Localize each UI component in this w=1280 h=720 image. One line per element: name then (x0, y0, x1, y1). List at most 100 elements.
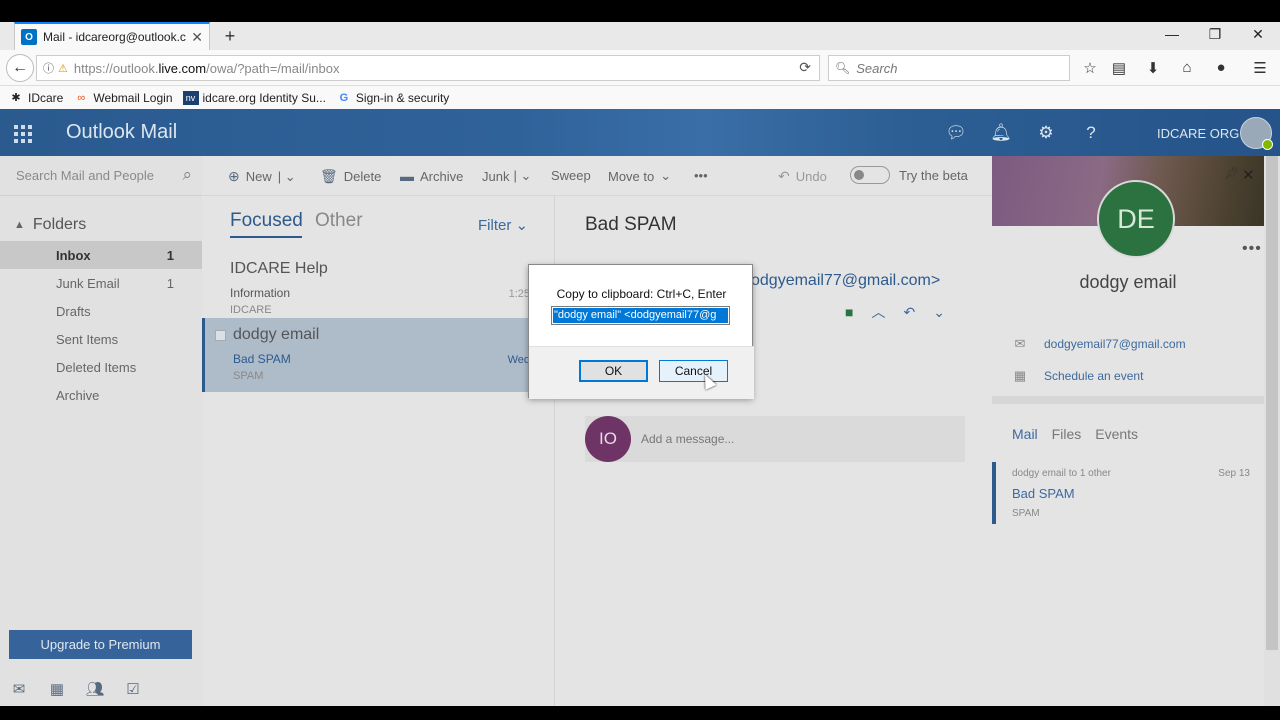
left-pane: Search Mail and People ⌕ ▲ Folders Inbox… (0, 156, 202, 706)
chat-icon[interactable]: 💬︎ (944, 123, 968, 143)
contact-mail-item[interactable]: dodgy email to 1 other Sep 13 Bad SPAM S… (992, 462, 1264, 524)
user-avatar[interactable] (1240, 117, 1273, 150)
more-actions-icon[interactable]: ••• (694, 168, 708, 183)
schedule-event-link[interactable]: ▦ Schedule an event (1012, 368, 1144, 384)
archive-button[interactable]: ▬ Archive (400, 168, 463, 184)
bookmark-star-icon[interactable]: ☆ (1079, 59, 1101, 77)
tab-other[interactable]: Other (315, 210, 363, 232)
extension-icon[interactable]: ● (1210, 59, 1232, 76)
scrollbar-thumb[interactable] (1266, 156, 1278, 650)
bookmark-signin[interactable]: G Sign-in & security (336, 91, 450, 105)
sweep-button[interactable]: Sweep (551, 168, 591, 183)
scrollbar[interactable] (1264, 156, 1280, 706)
chevron-up-icon: ▲ (14, 219, 25, 231)
pin-icon[interactable]: 📌︎ (1224, 166, 1239, 180)
folder-drafts[interactable]: Drafts (0, 297, 202, 325)
reload-icon[interactable]: ⟳ (799, 59, 811, 76)
folder-label: Sent Items (56, 331, 119, 347)
ok-button[interactable]: OK (579, 360, 648, 382)
browser-tab[interactable]: O Mail - idcareorg@outlook.c ✕ (14, 22, 210, 50)
folder-label: Junk Email (56, 275, 120, 291)
delete-button[interactable]: 🗑︎ Delete (320, 168, 381, 185)
url-text: https://outlook.live.com/owa/?path=/mail… (74, 61, 819, 76)
list-item-selected[interactable]: dodgy email Bad SPAM SPAM Wed (202, 318, 554, 392)
calendar-icon[interactable]: ▦ (38, 680, 76, 698)
bookmark-idcare[interactable]: ✱ IDcare (8, 91, 63, 105)
folder-sent[interactable]: Sent Items (0, 325, 202, 353)
people-icon[interactable]: 👥︎ (76, 680, 114, 698)
close-window-icon[interactable]: ✕ (1248, 26, 1268, 43)
app-launcher-icon[interactable] (14, 125, 32, 143)
folder-inbox[interactable]: Inbox 1 (0, 241, 202, 269)
upgrade-premium-button[interactable]: Upgrade to Premium (9, 630, 192, 659)
move-to-button[interactable]: Move to ⌄ (608, 168, 671, 184)
copy-dialog: Copy to clipboard: Ctrl+C, Enter "dodgy … (528, 264, 754, 399)
download-icon[interactable]: ⬇ (1142, 59, 1164, 77)
search-mail-placeholder: Search Mail and People (16, 168, 155, 183)
list-item[interactable]: IDCARE Help Information IDCARE 1:25 (202, 252, 554, 326)
folder-count: 1 (166, 275, 174, 291)
chevron-down-icon[interactable]: | ⌄ (513, 168, 531, 184)
schedule-label: Schedule an event (1044, 369, 1144, 383)
select-checkbox[interactable] (215, 330, 226, 341)
reply-icon[interactable]: ↶ (903, 304, 915, 321)
user-name[interactable]: IDCARE ORG (1157, 126, 1239, 141)
mail-app: Search Mail and People ⌕ ▲ Folders Inbox… (0, 156, 1280, 706)
folder-junk[interactable]: Junk Email 1 (0, 269, 202, 297)
dialog-text-field[interactable]: "dodgy email" <dodgyemail77@g (551, 306, 730, 325)
junk-button[interactable]: Junk | ⌄ (482, 168, 531, 184)
help-icon[interactable]: ? (1079, 123, 1103, 143)
item-date: Sep 13 (1218, 468, 1250, 479)
restore-icon[interactable]: ❐ (1205, 26, 1225, 43)
new-button[interactable]: ⊕ New | ⌄ (228, 168, 296, 185)
tab-events[interactable]: Events (1095, 426, 1138, 442)
browser-search-input[interactable]: 🔍︎ Search (828, 55, 1070, 81)
app-title: Outlook Mail (66, 121, 178, 143)
search-icon[interactable]: ⌕ (182, 165, 192, 185)
chevron-down-icon[interactable]: ⌄ (933, 304, 945, 321)
bookmark-webmail[interactable]: ∞ Webmail Login (73, 91, 172, 105)
tab-mail[interactable]: Mail (1012, 426, 1038, 442)
close-tab-icon[interactable]: ✕ (191, 29, 203, 46)
info-icon[interactable]: ⓘ (43, 60, 54, 76)
undo-button[interactable]: ↶ Undo (778, 168, 827, 185)
chevron-down-icon[interactable]: | ⌄ (278, 169, 296, 185)
sender-address[interactable]: odgyemail77@gmail.com> (751, 272, 940, 290)
menu-icon[interactable]: ☰ (1249, 59, 1271, 77)
gear-icon[interactable]: ⚙ (1034, 123, 1058, 143)
beta-toggle[interactable] (850, 166, 890, 184)
close-icon[interactable]: ✕ (1242, 166, 1255, 184)
folders-header[interactable]: ▲ Folders (14, 216, 86, 234)
sweep-label: Sweep (551, 168, 591, 183)
archive-label: Archive (420, 168, 464, 184)
bell-icon[interactable]: 🔔︎ (989, 123, 1013, 143)
dialog-message: Copy to clipboard: Ctrl+C, Enter (556, 287, 727, 301)
delete-label: Delete (343, 169, 382, 184)
back-icon[interactable]: ← (6, 54, 34, 82)
folder-archive[interactable]: Archive (0, 381, 202, 409)
filter-button[interactable]: Filter ⌄ (478, 216, 528, 234)
bookmark-idcare-identity[interactable]: nv idcare.org Identity Su... (182, 90, 326, 105)
home-icon[interactable]: ⌂ (1176, 59, 1198, 76)
try-beta-label[interactable]: Try the beta (899, 168, 968, 183)
more-icon[interactable]: ••• (1242, 240, 1262, 258)
url-bar[interactable]: ⓘ ⚠ https://outlook.live.com/owa/?path=/… (36, 55, 820, 81)
tab-focused[interactable]: Focused (230, 210, 303, 232)
reading-list-icon[interactable]: ▤ (1108, 59, 1130, 77)
search-mail-input[interactable]: Search Mail and People ⌕ (0, 156, 202, 196)
contact-email-text: dodgyemail77@gmail.com (1044, 337, 1186, 351)
expand-icon[interactable]: ︿ (871, 302, 885, 322)
folder-deleted[interactable]: Deleted Items (0, 353, 202, 381)
tasks-icon[interactable]: ☑ (114, 680, 152, 698)
flag-icon[interactable]: ■ (845, 304, 853, 320)
minimize-icon[interactable]: — (1162, 26, 1182, 42)
tab-files[interactable]: Files (1052, 426, 1082, 442)
contact-avatar: DE (1097, 180, 1175, 258)
archive-icon: ▬ (400, 168, 414, 184)
cancel-button[interactable]: Cancel (659, 360, 728, 382)
undo-label: Undo (795, 169, 827, 184)
warning-lock-icon[interactable]: ⚠ (58, 62, 68, 75)
contact-email[interactable]: ✉ dodgyemail77@gmail.com (1012, 336, 1186, 352)
new-tab-icon[interactable]: + (220, 26, 240, 47)
mail-icon[interactable]: ✉ (0, 680, 38, 698)
